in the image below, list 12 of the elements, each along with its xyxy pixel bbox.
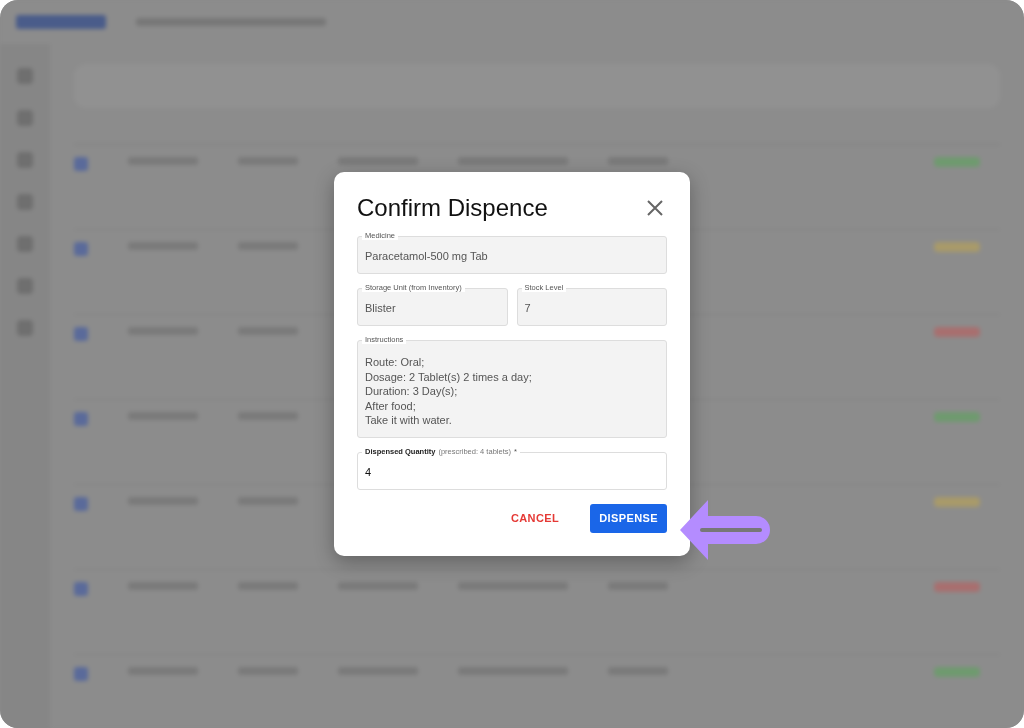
dialog-title: Confirm Dispence [357, 194, 548, 222]
instruction-line: Dosage: 2 Tablet(s) 2 times a day; [365, 369, 533, 384]
field-value: 7 [524, 301, 532, 316]
instruction-line: Take it with water. [365, 413, 453, 428]
instruction-line: Route: Oral; [365, 355, 426, 370]
instruction-line: After food; [365, 398, 417, 413]
field-value: 4 [365, 464, 373, 480]
cancel-button[interactable]: CANCEL [501, 503, 569, 533]
field-value: Blister [365, 301, 397, 316]
field-value: Paracetamol-500 mg Tab [365, 249, 489, 264]
dispense-button[interactable]: DISPENSE [590, 503, 667, 533]
instruction-line: Duration: 3 Day(s); [365, 384, 459, 399]
